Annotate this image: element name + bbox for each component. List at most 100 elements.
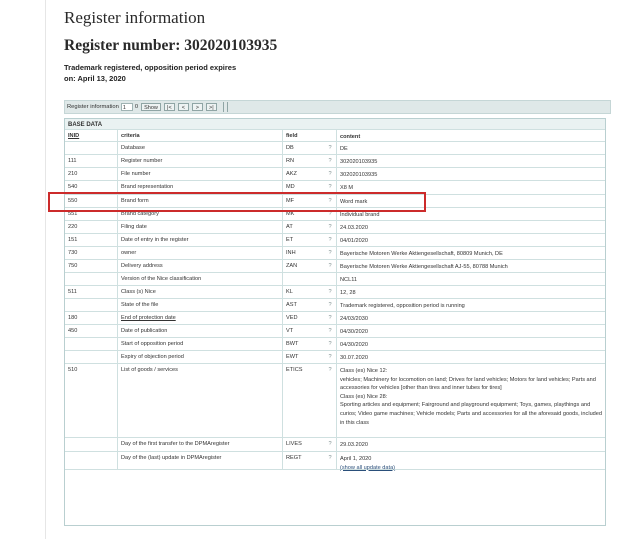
- help-icon[interactable]: ?: [321, 312, 337, 324]
- cell-content: Bayerische Motoren Werke Aktiengesellsch…: [337, 247, 605, 259]
- help-icon[interactable]: ?: [321, 338, 337, 350]
- table-row: 180 End of protection date VED? 24/03/2030: [65, 312, 605, 325]
- help-icon[interactable]: ?: [321, 260, 337, 272]
- cell-criteria: Version of the Nice classification: [118, 273, 283, 285]
- cell-field: ET: [286, 237, 294, 243]
- cell-field: AT: [286, 224, 293, 230]
- help-icon[interactable]: ?: [321, 299, 337, 311]
- page-number-input[interactable]: 1: [120, 103, 133, 111]
- brand-representation-highlight: [48, 192, 426, 212]
- cell-criteria: List of goods / services: [118, 364, 283, 437]
- cell-criteria: Delivery address: [118, 260, 283, 272]
- help-icon[interactable]: ?: [321, 286, 337, 298]
- cell-content: 04/01/2020: [337, 234, 605, 246]
- cell-criteria: Day of the first transfer to the DPMAreg…: [118, 438, 283, 451]
- cell-inid: 511: [65, 286, 118, 298]
- table-row: 220 Filing date AT? 24.03.2020: [65, 221, 605, 234]
- content-line: vehicles; Machinery for locomotion on la…: [340, 376, 596, 392]
- help-icon[interactable]: ?: [321, 452, 337, 469]
- content-line: Bayerische Motoren Werke Aktiengesellsch…: [340, 264, 508, 270]
- content-line: 04/30/2020: [340, 329, 368, 335]
- cell-criteria: Expiry of objection period: [118, 351, 283, 363]
- cell-inid: [65, 142, 118, 154]
- cell-field: VT: [286, 328, 294, 334]
- help-icon[interactable]: ?: [321, 155, 337, 167]
- cell-field: LIVES: [286, 441, 302, 447]
- cell-criteria: Class (s) Nice: [118, 286, 283, 298]
- table-row: Expiry of objection period EWT? 30.07.2020: [65, 351, 605, 364]
- content-line: 24/03/2030: [340, 316, 368, 322]
- cell-inid: 180: [65, 312, 118, 324]
- help-icon[interactable]: ?: [321, 142, 337, 154]
- cell-content: April 1, 2020 (show all update data): [337, 452, 605, 471]
- cell-criteria: Date of entry in the register: [118, 234, 283, 246]
- content-line: 24.03.2020: [340, 225, 368, 231]
- toolbar-label: Register information: [67, 104, 119, 110]
- content-line: 302020103935: [340, 172, 378, 178]
- table-row: 210 File number AKZ? 302020103935: [65, 168, 605, 181]
- next-page-button[interactable]: >: [191, 103, 203, 111]
- help-icon[interactable]: ?: [321, 438, 337, 451]
- toolbar-divider-2: [226, 102, 228, 112]
- cell-content: 29.03.2020: [337, 438, 605, 451]
- table-row: 730 owner INH? Bayerische Motoren Werke Akt…: [65, 247, 605, 260]
- table-row: Start of opposition period BWT? 04/30/2020: [65, 338, 605, 351]
- table-row: 511 Class (s) Nice KL? 12, 28: [65, 286, 605, 299]
- content-line: DE: [340, 146, 348, 152]
- cell-inid: 220: [65, 221, 118, 233]
- table-row: State of the file AST? Trademark registere…: [65, 299, 605, 312]
- cell-field: BWT: [286, 341, 299, 347]
- section-title: BASE DATA: [68, 122, 103, 128]
- help-icon[interactable]: ?: [321, 168, 337, 180]
- page-count-text: 0: [134, 104, 139, 110]
- cell-inid: 210: [65, 168, 118, 180]
- table-row: 750 Delivery address ZAN? Bayerische Motore…: [65, 260, 605, 273]
- table-row: 450 Date of publication VT? 04/30/2020: [65, 325, 605, 338]
- content-line: 04/30/2020: [340, 342, 368, 348]
- trademark-status: Trademark registered, opposition period …: [64, 62, 264, 84]
- table-row: Day of the first transfer to the DPMAreg…: [65, 438, 605, 452]
- content-line: 30.07.2020: [340, 355, 368, 361]
- register-number-heading: Register number: 302020103935: [64, 37, 278, 54]
- cell-content: 24.03.2020: [337, 221, 605, 233]
- register-data-table: BASE DATA INID criteria field content Databas…: [64, 118, 606, 526]
- cell-inid: [65, 351, 118, 363]
- page-left-rule: [45, 0, 46, 539]
- header-criteria: criteria: [118, 130, 283, 141]
- status-line-2: on: April 13, 2020: [64, 74, 126, 83]
- cell-criteria: File number: [118, 168, 283, 180]
- cell-content: Trademark registered, opposition period …: [337, 299, 605, 311]
- status-line-1: Trademark registered, opposition period …: [64, 63, 237, 72]
- show-button[interactable]: Show: [141, 103, 161, 111]
- help-icon[interactable]: ?: [321, 234, 337, 246]
- cell-criteria: Database: [118, 142, 283, 154]
- show-all-update-data-link[interactable]: (show all update data): [340, 464, 602, 473]
- help-icon[interactable]: ?: [321, 325, 337, 337]
- cell-criteria: Date of publication: [118, 325, 283, 337]
- cell-content: 04/30/2020: [337, 338, 605, 350]
- register-page: Register information Register number: 30…: [0, 0, 640, 539]
- cell-content: Bayerische Motoren Werke Aktiengesellsch…: [337, 260, 605, 272]
- header-spacer: [321, 130, 337, 141]
- cell-field: ETICS: [286, 367, 303, 373]
- table-row: Version of the Nice classification NCL11: [65, 273, 605, 286]
- cell-criteria: State of the file: [118, 299, 283, 311]
- help-icon[interactable]: ?: [321, 221, 337, 233]
- content-line: Bayerische Motoren Werke Aktiengesellsch…: [340, 251, 503, 257]
- last-page-button[interactable]: >|: [205, 103, 217, 111]
- first-page-button[interactable]: |<: [163, 103, 175, 111]
- cell-content: 12, 28: [337, 286, 605, 298]
- cell-criteria: Filing date: [118, 221, 283, 233]
- table-header-row: INID criteria field content: [65, 130, 605, 142]
- table-row: 510 List of goods / services ETICS? Class (…: [65, 364, 605, 438]
- cell-criteria: Register number: [118, 155, 283, 167]
- help-icon[interactable]: ?: [321, 364, 337, 437]
- cell-content: 24/03/2030: [337, 312, 605, 324]
- cell-content: NCL11: [337, 273, 605, 285]
- cell-field: EWT: [286, 354, 299, 360]
- help-icon[interactable]: ?: [321, 351, 337, 363]
- help-icon[interactable]: ?: [321, 247, 337, 259]
- header-field: field: [286, 133, 298, 139]
- prev-page-button[interactable]: <: [177, 103, 189, 111]
- content-line: April 1, 2020: [340, 456, 372, 462]
